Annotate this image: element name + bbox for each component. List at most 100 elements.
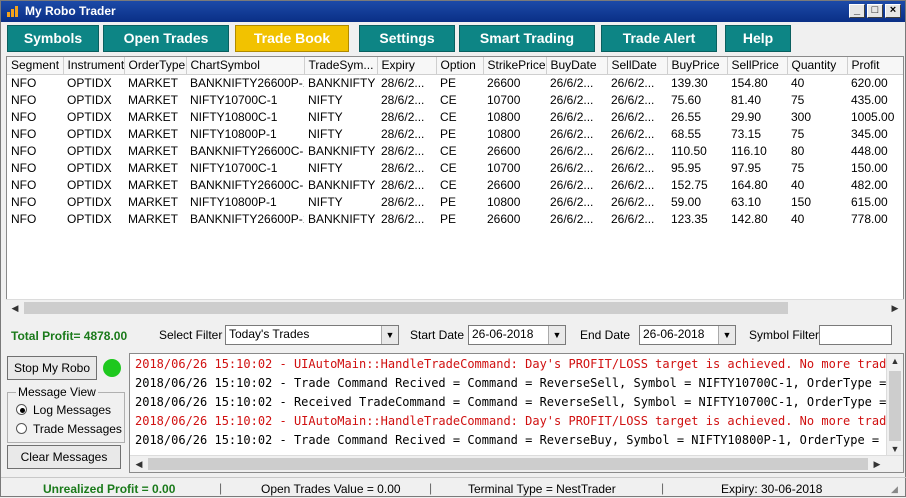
- table-row[interactable]: NFO OPTIDX MARKET BANKNIFTY26600P-1 BANKNIFT…: [7, 74, 903, 91]
- resize-grip-icon[interactable]: ◢: [891, 484, 898, 495]
- table-cell: OPTIDX: [67, 75, 112, 90]
- trade-book-button[interactable]: Trade Book: [235, 25, 349, 52]
- table-row[interactable]: NFO OPTIDX MARKET NIFTY10800C-1 NIFTY 28/6/2.…: [7, 108, 903, 125]
- table-cell: 26/6/2...: [611, 177, 655, 192]
- table-row[interactable]: NFO OPTIDX MARKET NIFTY10700C-1 NIFTY 28/6/2.…: [7, 91, 903, 108]
- column-header[interactable]: StrikePrice: [483, 57, 547, 75]
- log-line: 2018/06/26 15:10:02 - UIAutoMain::Handle…: [135, 357, 904, 371]
- main-window: My Robo Trader _ □ × Symbols Open Trades…: [0, 0, 906, 497]
- settings-button[interactable]: Settings: [359, 25, 455, 52]
- table-cell: NFO: [11, 75, 37, 90]
- table-cell: 142.80: [731, 211, 768, 226]
- scroll-left-icon[interactable]: ◀: [7, 301, 23, 316]
- help-button[interactable]: Help: [725, 25, 791, 52]
- log-horizontal-scrollbar[interactable]: ◀ ▶: [130, 455, 903, 472]
- scroll-right-icon[interactable]: ▶: [887, 301, 903, 316]
- table-cell: NIFTY: [308, 109, 343, 124]
- table-cell: NFO: [11, 177, 37, 192]
- table-cell: 28/6/2...: [381, 75, 425, 90]
- smart-trading-button[interactable]: Smart Trading: [459, 25, 595, 52]
- table-cell: PE: [440, 211, 457, 226]
- log-messages-radio[interactable]: Log Messages: [16, 403, 111, 417]
- minimize-icon[interactable]: _: [849, 4, 865, 18]
- table-cell: NFO: [11, 211, 37, 226]
- trade-book-grid[interactable]: Segment Instrument OrderType ChartSymbol Tra…: [6, 56, 904, 316]
- table-cell: NIFTY: [308, 126, 343, 141]
- symbol-filter-input[interactable]: [819, 325, 892, 345]
- calendar-dropdown-icon[interactable]: ▼: [548, 326, 565, 344]
- table-cell: BANKNIFTY26600P-1: [190, 211, 304, 226]
- table-cell: CE: [440, 109, 457, 124]
- table-cell: MARKET: [128, 75, 179, 90]
- table-row[interactable]: NFO OPTIDX MARKET BANKNIFTY26600C-1 BANKNIFT…: [7, 176, 903, 193]
- message-view-group: Message View Log Messages Trade Messages: [7, 385, 125, 443]
- table-row[interactable]: NFO OPTIDX MARKET BANKNIFTY26600P-1 BANKNIFT…: [7, 210, 903, 227]
- table-cell: 26/6/2...: [550, 211, 594, 226]
- total-profit-label: Total Profit= 4878.00: [11, 329, 128, 343]
- maximize-icon[interactable]: □: [867, 4, 883, 18]
- table-cell: 10700: [487, 160, 521, 175]
- scroll-right-icon[interactable]: ▶: [869, 457, 885, 472]
- column-header[interactable]: Expiry: [377, 57, 437, 75]
- table-cell: CE: [440, 160, 457, 175]
- trade-alert-button[interactable]: Trade Alert: [601, 25, 717, 52]
- column-header[interactable]: SellPrice: [727, 57, 788, 75]
- table-cell: BANKNIFTY: [308, 177, 376, 192]
- symbol-filter-label: Symbol Filter: [749, 328, 820, 342]
- table-cell: 81.40: [731, 92, 762, 107]
- scroll-left-icon[interactable]: ◀: [131, 457, 147, 472]
- table-row[interactable]: NFO OPTIDX MARKET BANKNIFTY26600C-1 BANKNIFT…: [7, 142, 903, 159]
- column-header[interactable]: ChartSymbol: [186, 57, 305, 75]
- column-header[interactable]: Profit: [847, 57, 903, 75]
- table-cell: BANKNIFTY26600P-1: [190, 75, 304, 90]
- symbols-button[interactable]: Symbols: [7, 25, 99, 52]
- grid-horizontal-scrollbar[interactable]: ◀ ▶: [6, 299, 904, 316]
- select-filter-dropdown[interactable]: Today's Trades ▼: [225, 325, 399, 345]
- scroll-thumb[interactable]: [889, 371, 901, 441]
- table-cell: 68.55: [671, 126, 702, 141]
- table-cell: BANKNIFTY: [308, 143, 376, 158]
- table-cell: 26/6/2...: [611, 126, 655, 141]
- message-log[interactable]: 2018/06/26 15:10:02 - UIAutoMain::Handle…: [129, 353, 904, 473]
- table-row[interactable]: NFO OPTIDX MARKET NIFTY10800P-1 NIFTY 28/6/2.…: [7, 193, 903, 210]
- table-cell: 95.95: [671, 160, 702, 175]
- table-cell: OPTIDX: [67, 177, 112, 192]
- table-row[interactable]: NFO OPTIDX MARKET NIFTY10700C-1 NIFTY 28/6/2.…: [7, 159, 903, 176]
- log-vertical-scrollbar[interactable]: ▲ ▼: [886, 354, 903, 457]
- table-cell: NIFTY10800P-1: [190, 126, 277, 141]
- log-line: 2018/06/26 15:10:02 - UIAutoMain::Handle…: [135, 414, 904, 428]
- column-header[interactable]: SellDate: [607, 57, 668, 75]
- column-header[interactable]: OrderType: [124, 57, 187, 75]
- column-header[interactable]: BuyDate: [546, 57, 608, 75]
- scroll-up-icon[interactable]: ▲: [887, 354, 903, 369]
- clear-messages-button[interactable]: Clear Messages: [7, 445, 121, 469]
- close-icon[interactable]: ×: [885, 4, 901, 18]
- scroll-thumb[interactable]: [148, 458, 868, 470]
- table-cell: 300: [791, 109, 812, 124]
- column-header[interactable]: Segment: [7, 57, 64, 75]
- column-header[interactable]: Quantity: [787, 57, 848, 75]
- table-cell: 26/6/2...: [550, 194, 594, 209]
- end-date-picker[interactable]: 26-06-2018 ▼: [639, 325, 736, 345]
- trade-messages-radio[interactable]: Trade Messages: [16, 422, 122, 436]
- column-header[interactable]: Instrument: [63, 57, 125, 75]
- table-cell: MARKET: [128, 160, 179, 175]
- status-bar: Unrealized Profit = 0.00 | Open Trades V…: [1, 477, 906, 498]
- table-cell: 26/6/2...: [550, 109, 594, 124]
- column-header[interactable]: TradeSym...: [304, 57, 378, 75]
- table-cell: CE: [440, 92, 457, 107]
- column-header[interactable]: BuyPrice: [667, 57, 728, 75]
- table-cell: 26/6/2...: [550, 126, 594, 141]
- stop-robo-button[interactable]: Stop My Robo: [7, 356, 97, 380]
- start-date-picker[interactable]: 26-06-2018 ▼: [468, 325, 566, 345]
- open-trades-button[interactable]: Open Trades: [103, 25, 229, 52]
- table-cell: NIFTY10700C-1: [190, 160, 278, 175]
- table-cell: 10800: [487, 109, 521, 124]
- column-header[interactable]: Option: [436, 57, 484, 75]
- chevron-down-icon[interactable]: ▼: [381, 326, 398, 344]
- calendar-dropdown-icon[interactable]: ▼: [718, 326, 735, 344]
- unrealized-profit: Unrealized Profit = 0.00: [43, 482, 176, 496]
- table-row[interactable]: NFO OPTIDX MARKET NIFTY10800P-1 NIFTY 28/6/2.…: [7, 125, 903, 142]
- table-cell: NFO: [11, 143, 37, 158]
- scroll-thumb[interactable]: [24, 302, 788, 314]
